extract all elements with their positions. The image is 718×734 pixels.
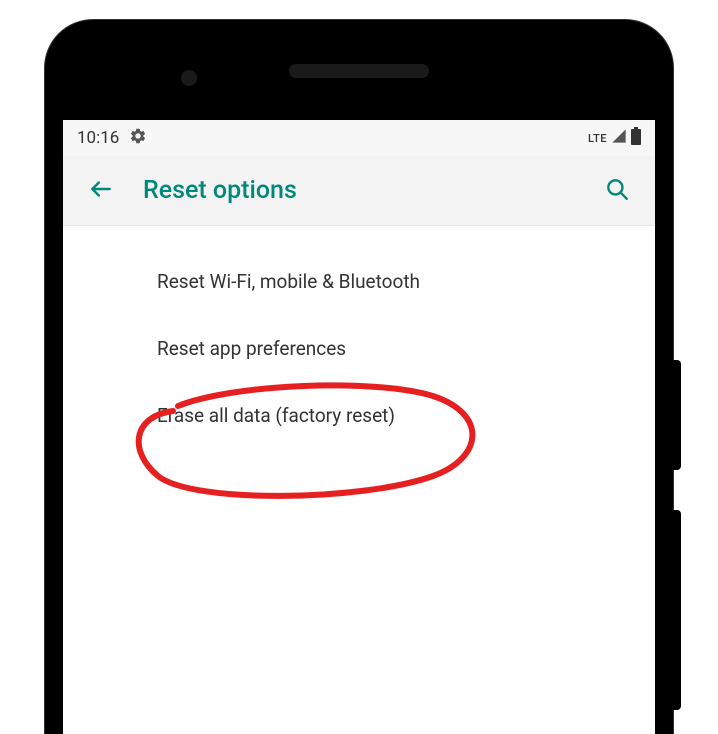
erase-all-data-item[interactable]: Erase all data (factory reset) xyxy=(63,382,655,449)
settings-gear-icon xyxy=(129,127,147,149)
page-title: Reset options xyxy=(143,176,297,205)
battery-icon xyxy=(631,127,641,149)
phone-side-button xyxy=(673,360,681,470)
reset-app-preferences-item[interactable]: Reset app preferences xyxy=(63,315,655,382)
screen: 10:16 LTE xyxy=(63,120,655,734)
app-bar: Reset options xyxy=(63,156,655,226)
status-time: 10:16 xyxy=(77,128,119,148)
phone-frame: 10:16 LTE xyxy=(45,20,673,734)
search-button[interactable] xyxy=(597,171,637,211)
content-area: Reset Wi-Fi, mobile & Bluetooth Reset ap… xyxy=(63,226,655,734)
search-icon xyxy=(604,176,630,206)
list-item-label: Reset Wi-Fi, mobile & Bluetooth xyxy=(157,270,420,293)
phone-side-button xyxy=(673,510,681,710)
reset-wifi-mobile-bluetooth-item[interactable]: Reset Wi-Fi, mobile & Bluetooth xyxy=(63,248,655,315)
list-item-label: Erase all data (factory reset) xyxy=(157,404,395,427)
back-button[interactable] xyxy=(81,171,121,211)
phone-camera xyxy=(181,70,197,86)
arrow-back-icon xyxy=(88,176,114,206)
cellular-signal-icon xyxy=(611,128,627,148)
phone-notch xyxy=(289,64,429,78)
phone-speaker xyxy=(289,64,429,78)
network-lte-label: LTE xyxy=(588,132,607,145)
status-bar: 10:16 LTE xyxy=(63,120,655,156)
list-item-label: Reset app preferences xyxy=(157,337,346,360)
